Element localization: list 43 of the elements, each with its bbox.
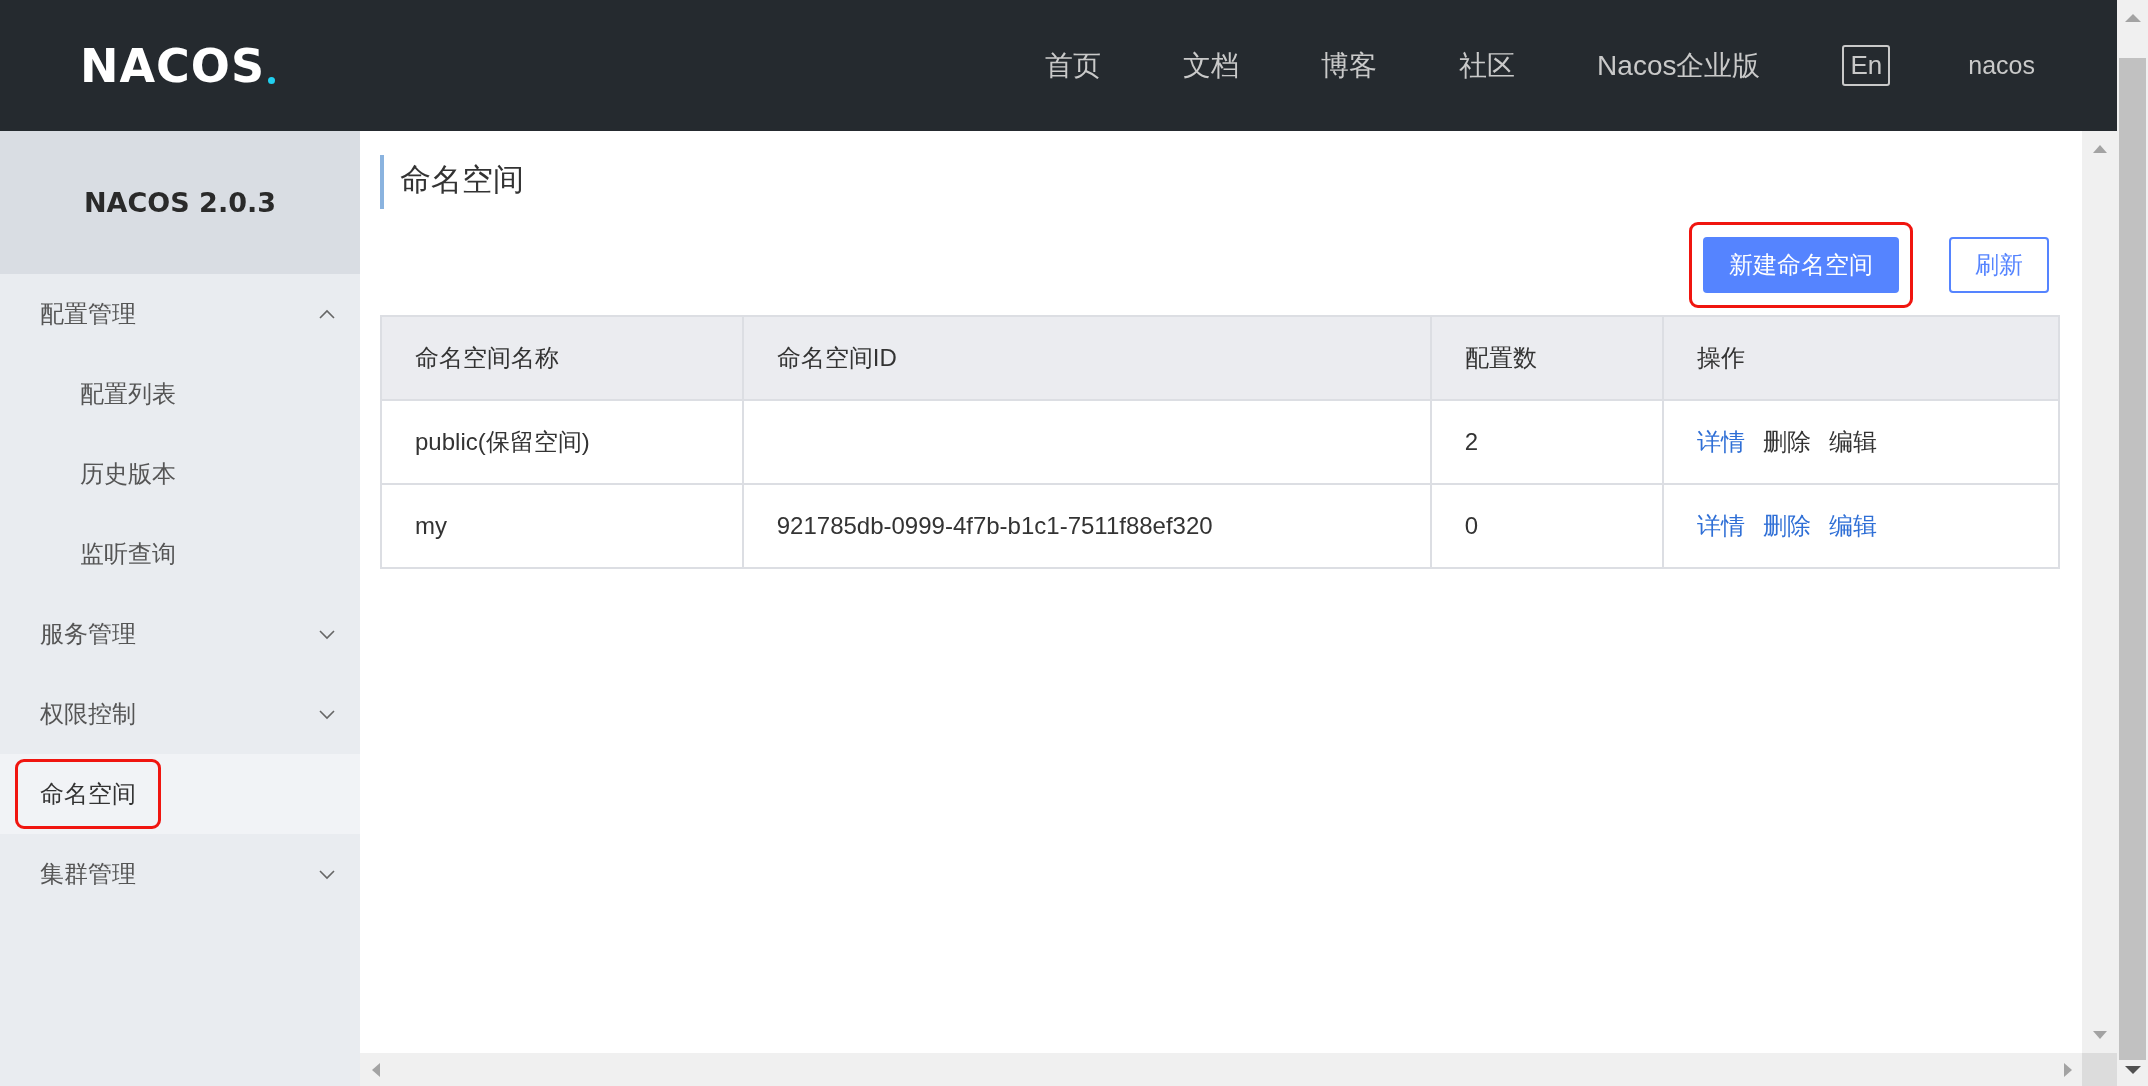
logo-dot-icon: [268, 76, 276, 84]
column-header: 命名空间ID: [742, 316, 1431, 400]
highlight-box: 命名空间: [18, 762, 158, 826]
table-cell: my: [381, 484, 743, 568]
action-link[interactable]: 详情: [1696, 512, 1745, 539]
scroll-up-icon: [2092, 145, 2107, 153]
action-link[interactable]: 删除: [1762, 512, 1811, 539]
column-header: 配置数: [1430, 316, 1663, 400]
sidebar-item[interactable]: 配置列表: [0, 354, 360, 434]
column-header: 操作: [1662, 316, 2059, 400]
action-link[interactable]: 详情: [1696, 428, 1745, 455]
table-cell: 2: [1430, 400, 1663, 484]
scroll-left-icon: [372, 1062, 380, 1077]
logo[interactable]: NACOS: [80, 38, 266, 93]
scroll-up-icon: [2124, 14, 2141, 22]
table-cell: 0: [1430, 484, 1663, 568]
scroll-down-icon: [2124, 1066, 2141, 1074]
sidebar-item[interactable]: 权限控制: [0, 674, 360, 754]
language-toggle[interactable]: En: [1842, 45, 1891, 86]
refresh-button[interactable]: 刷新: [1949, 237, 2049, 293]
sidebar-item[interactable]: 监听查询: [0, 514, 360, 594]
page-title: 命名空间: [380, 155, 524, 209]
sidebar-item[interactable]: 服务管理: [0, 594, 360, 674]
scrollbar-corner: [2082, 1053, 2117, 1086]
create-namespace-button[interactable]: 新建命名空间: [1703, 237, 1899, 293]
nav-link[interactable]: 文档: [1183, 46, 1240, 85]
user-name[interactable]: nacos: [1968, 51, 2035, 80]
scroll-down-icon: [2092, 1031, 2107, 1039]
sidebar-item[interactable]: 集群管理: [0, 834, 360, 914]
nav-link[interactable]: 首页: [1045, 46, 1102, 85]
nav-link[interactable]: Nacos企业版: [1597, 46, 1761, 85]
sidebar-title: NACOS 2.0.3: [0, 131, 360, 274]
column-header: 命名空间名称: [381, 316, 743, 400]
scrollbar-thumb[interactable]: [2119, 58, 2146, 1060]
nav-link[interactable]: 博客: [1321, 46, 1378, 85]
action-link[interactable]: 编辑: [1828, 512, 1877, 539]
nav-link[interactable]: 社区: [1459, 46, 1516, 85]
sidebar-item[interactable]: 配置管理: [0, 274, 360, 354]
scroll-right-icon: [2064, 1062, 2072, 1077]
table-cell: public(保留空间): [381, 400, 743, 484]
sidebar-item[interactable]: 历史版本: [0, 434, 360, 514]
sidebar-item[interactable]: 命名空间: [0, 754, 360, 834]
table-cell: 921785db-0999-4f7b-b1c1-7511f88ef320: [742, 484, 1431, 568]
